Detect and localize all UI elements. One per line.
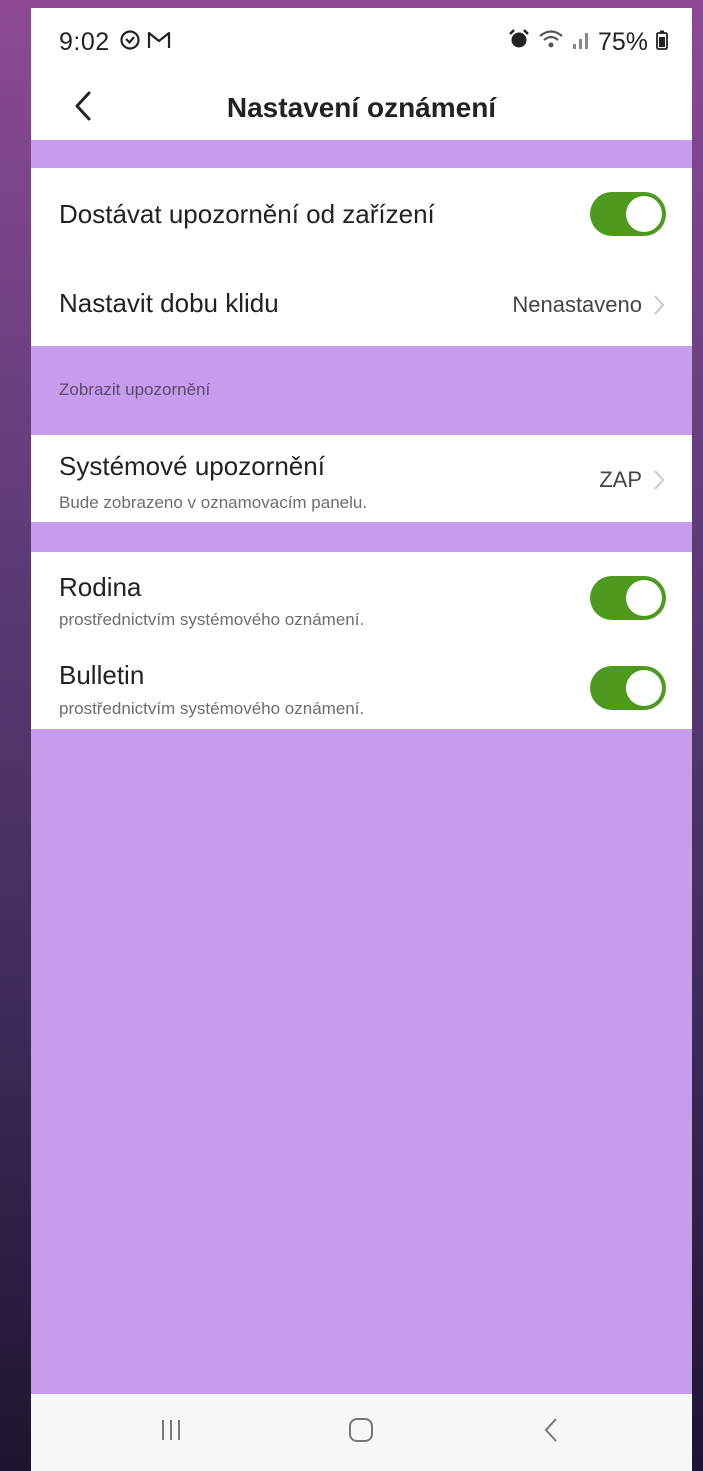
system-nav-bar (31, 1394, 692, 1471)
channel-row-rodina[interactable]: Rodina prostřednictvím systémového oznám… (31, 552, 692, 640)
recents-button[interactable] (151, 1414, 191, 1450)
device-notifications-row[interactable]: Dostávat upozornění od zařízení (31, 168, 692, 256)
sync-icon (119, 29, 141, 56)
quiet-time-label: Nastavit dobu klidu (59, 288, 279, 318)
page-title: Nastavení oznámení (226, 92, 497, 123)
toggle-knob (626, 580, 662, 616)
app-header: Nastavení oznámení (31, 78, 692, 140)
toggle-knob (626, 196, 662, 232)
quiet-time-row[interactable]: Nastavit dobu klidu Nenastaveno (31, 256, 692, 346)
phone-screen: 9:02 75% Nastavení oznámení Dostávat upo… (31, 8, 692, 1471)
recents-icon (159, 1417, 183, 1448)
system-notification-card: Systémové upozornění Bude zobrazeno v oz… (31, 435, 692, 522)
status-bar: 9:02 75% (31, 8, 692, 78)
status-time: 9:02 (59, 28, 110, 56)
general-settings-card: Dostávat upozornění od zařízení Nastavit… (31, 168, 692, 346)
system-notification-description: Bude zobrazeno v oznamovacím panelu. (59, 493, 368, 512)
channel-toggle-rodina[interactable] (590, 576, 666, 620)
alarm-icon (508, 28, 530, 57)
system-notification-label: Systémové upozornění (59, 451, 325, 481)
channel-row-bulletin[interactable]: Bulletin prostřednictvím systémového ozn… (31, 640, 692, 729)
section-label: Zobrazit upozornění (59, 380, 211, 399)
toggle-knob (626, 670, 662, 706)
device-notifications-label: Dostávat upozornění od zařízení (59, 199, 435, 229)
device-notifications-toggle[interactable] (590, 192, 666, 236)
home-icon (347, 1416, 375, 1449)
gmail-icon (147, 30, 171, 55)
status-left-icons (119, 29, 171, 56)
system-notification-value: ZAP (599, 467, 642, 492)
battery-icon (656, 28, 668, 57)
quiet-time-value: Nenastaveno (512, 292, 642, 317)
chevron-right-icon (652, 294, 666, 316)
battery-level: 75% (597, 28, 648, 56)
status-right: 75% (508, 28, 668, 57)
back-nav-button[interactable] (531, 1414, 571, 1450)
channel-description: prostřednictvím systémového oznámení. (59, 610, 365, 629)
wifi-icon (538, 28, 564, 57)
back-icon (543, 1416, 559, 1449)
channel-label: Rodina (59, 572, 142, 602)
chevron-right-icon (652, 469, 666, 491)
signal-icon (572, 28, 590, 57)
channels-card: Rodina prostřednictvím systémového oznám… (31, 552, 692, 729)
channel-label: Bulletin (59, 660, 145, 690)
channel-description: prostřednictvím systémového oznámení. (59, 699, 365, 718)
system-notification-row[interactable]: Systémové upozornění Bude zobrazeno v oz… (31, 435, 692, 522)
channel-toggle-bulletin[interactable] (590, 666, 666, 710)
home-button[interactable] (341, 1414, 381, 1450)
